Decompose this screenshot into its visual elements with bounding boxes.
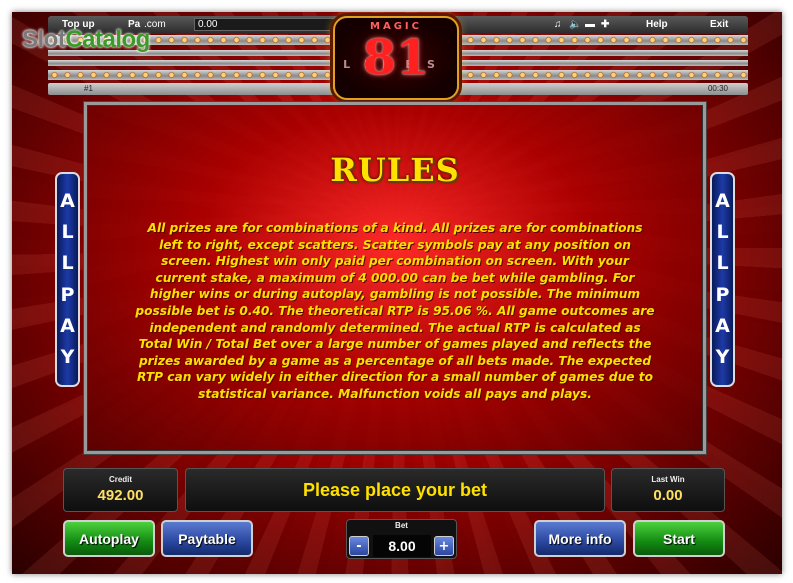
bet-value: 8.00 bbox=[373, 535, 431, 557]
banner-letter: L bbox=[61, 221, 74, 244]
credit-label: Credit bbox=[108, 475, 133, 484]
banner-letter: L bbox=[716, 221, 729, 244]
watermark-part-2: Catalog bbox=[65, 26, 150, 53]
banner-letter: Y bbox=[715, 345, 730, 368]
watermark-part-1: Slot bbox=[22, 26, 66, 53]
screen-icon[interactable]: ▬ bbox=[585, 19, 595, 30]
timer: 00:30 bbox=[707, 84, 728, 93]
top-balance-value: 0.00 bbox=[198, 19, 218, 30]
banner-letter: A bbox=[60, 190, 75, 213]
last-win-display: Last Win 0.00 bbox=[611, 468, 725, 512]
paytable-button[interactable]: Paytable bbox=[161, 520, 253, 557]
banner-letter: P bbox=[715, 283, 730, 306]
banner-letter: A bbox=[715, 190, 730, 213]
banner-letter: P bbox=[60, 283, 75, 306]
game-window: Top up Pa .com 0.00 ♫ 🔈 ▬ ✚ Help Exit #1… bbox=[12, 12, 782, 574]
help-button[interactable]: Help bbox=[646, 19, 668, 30]
rules-text: All prizes are for combinations of a kin… bbox=[135, 221, 655, 401]
status-message: Please place your bet bbox=[302, 479, 488, 500]
site-watermark: SlotCatalog bbox=[22, 26, 150, 54]
banner-letter: Y bbox=[60, 345, 75, 368]
bet-decrease-button[interactable]: - bbox=[349, 536, 369, 556]
music-icon[interactable]: ♫ bbox=[554, 19, 562, 30]
bet-control: Bet - 8.00 + bbox=[346, 519, 457, 559]
game-logo: MAGIC LINES 81 bbox=[333, 16, 459, 100]
exit-button[interactable]: Exit bbox=[710, 19, 728, 30]
allpay-banner-right: A L L P A Y bbox=[710, 172, 735, 387]
rules-title: RULES bbox=[330, 151, 460, 189]
autoplay-button[interactable]: Autoplay bbox=[63, 520, 155, 557]
rules-panel: RULES All prizes are for combinations of… bbox=[84, 102, 706, 454]
game-number: #1 bbox=[84, 84, 93, 93]
credit-value: 492.00 bbox=[97, 487, 144, 504]
banner-letter: A bbox=[715, 314, 730, 337]
banner-letter: L bbox=[61, 252, 74, 275]
bet-label: Bet bbox=[395, 521, 408, 530]
fullscreen-icon[interactable]: ✚ bbox=[601, 19, 609, 30]
logo-number: 81 bbox=[362, 30, 430, 86]
start-button[interactable]: Start bbox=[633, 520, 725, 557]
last-win-label: Last Win bbox=[651, 475, 685, 484]
message-display: Please place your bet bbox=[185, 468, 605, 512]
allpay-banner-left: A L L P A Y bbox=[55, 172, 80, 387]
banner-letter: A bbox=[60, 314, 75, 337]
last-win-value: 0.00 bbox=[653, 487, 683, 504]
more-info-button[interactable]: More info bbox=[534, 520, 626, 557]
banner-letter: L bbox=[716, 252, 729, 275]
speaker-icon[interactable]: 🔈 bbox=[569, 19, 581, 30]
bet-increase-button[interactable]: + bbox=[434, 536, 454, 556]
credit-display: Credit 492.00 bbox=[63, 468, 178, 512]
